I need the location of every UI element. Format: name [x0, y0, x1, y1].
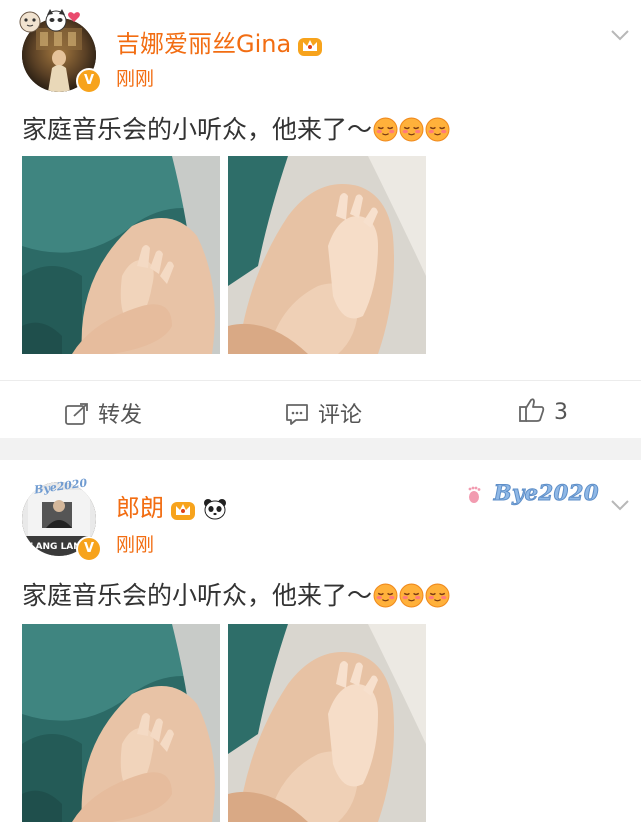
- post-card: V 吉娜爱丽丝Gina 刚刚 家庭音乐会的小听众，他来了～ 转发 评论 3: [0, 0, 641, 438]
- post-photo[interactable]: [228, 156, 426, 354]
- content-face-emoji-icon: [373, 117, 398, 142]
- post-text: 家庭音乐会的小听众，他来了～: [22, 576, 450, 612]
- content-face-emoji-icon: [425, 583, 450, 608]
- verified-badge: V: [76, 68, 102, 94]
- post-timestamp: 刚刚: [116, 534, 155, 556]
- comment-icon: [286, 404, 308, 425]
- post-text-content: 家庭音乐会的小听众，他来了～: [22, 581, 373, 610]
- panda-icon[interactable]: [202, 497, 228, 521]
- post-text: 家庭音乐会的小听众，他来了～: [22, 110, 450, 146]
- username[interactable]: 郎朗: [116, 488, 228, 523]
- post-timestamp: 刚刚: [116, 68, 155, 90]
- chevron-down-icon[interactable]: [609, 24, 631, 46]
- crown-badge-icon[interactable]: [297, 33, 323, 57]
- avatar-pendant-animals: [19, 9, 80, 33]
- post-photo[interactable]: [228, 624, 426, 822]
- username-text: 郎朗: [116, 494, 164, 522]
- chevron-down-icon[interactable]: [609, 494, 631, 516]
- content-face-emoji-icon: [399, 117, 424, 142]
- post-photo[interactable]: [22, 624, 220, 822]
- repost-icon: [65, 403, 88, 425]
- year-sticker: Bye2020: [493, 480, 599, 506]
- like-button[interactable]: 3: [518, 397, 568, 425]
- username-text: 吉娜爱丽丝Gina: [116, 30, 292, 58]
- repost-button[interactable]: 转发: [64, 397, 142, 429]
- crown-badge-icon[interactable]: [170, 497, 196, 521]
- feed-separator: [0, 438, 641, 460]
- thumbs-up-icon: [519, 398, 545, 422]
- content-face-emoji-icon: [373, 583, 398, 608]
- repost-label: 转发: [98, 403, 143, 428]
- content-face-emoji-icon: [425, 117, 450, 142]
- post-text-content: 家庭音乐会的小听众，他来了～: [22, 115, 373, 144]
- verified-badge: V: [76, 536, 102, 562]
- content-face-emoji-icon: [399, 583, 424, 608]
- username[interactable]: 吉娜爱丽丝Gina: [116, 24, 323, 59]
- post-action-bar: 转发 评论 3: [0, 380, 641, 439]
- comment-button[interactable]: 评论: [284, 397, 362, 429]
- comment-label: 评论: [318, 403, 363, 428]
- post-photo[interactable]: [22, 156, 220, 354]
- post-card: LANG LANG Bye2020 V 郎朗 刚刚 Bye2020 家庭音乐会的…: [0, 460, 641, 837]
- like-count: 3: [554, 400, 568, 425]
- footprint-icon: [468, 486, 481, 503]
- weibo-feed: V 吉娜爱丽丝Gina 刚刚 家庭音乐会的小听众，他来了～ 转发 评论 3 LA…: [0, 0, 641, 837]
